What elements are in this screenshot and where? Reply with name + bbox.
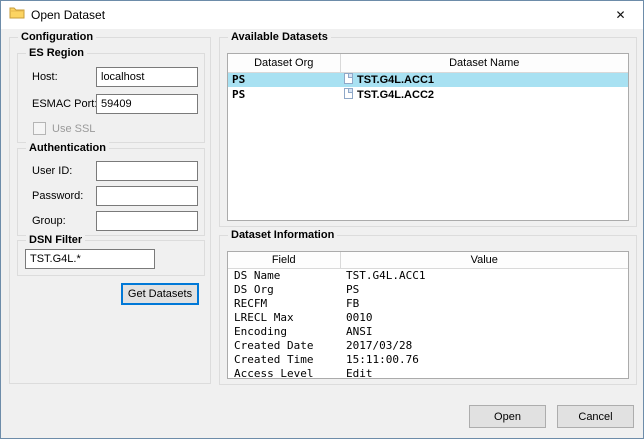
file-icon [344, 73, 353, 84]
info-row: Access LevelEdit [228, 366, 628, 379]
info-field-cell: LRECL Max [228, 310, 340, 324]
cancel-button-label: Cancel [578, 411, 612, 423]
value-column-header: Value [340, 252, 628, 268]
dataset-row[interactable]: PS TST.G4L.ACC1 [228, 72, 628, 87]
authentication-group: Authentication User ID: Password: Group: [17, 148, 205, 236]
get-datasets-button-label: Get Datasets [128, 288, 192, 300]
es-region-group-title: ES Region [26, 47, 87, 60]
info-value-cell: 0010 [340, 310, 628, 324]
esmac-port-input[interactable] [96, 94, 198, 114]
group-label: Group: [32, 215, 66, 228]
get-datasets-button[interactable]: Get Datasets [121, 283, 199, 305]
esmac-port-label: ESMAC Port: [32, 98, 97, 111]
dataset-information-list: Field Value DS NameTST.G4L.ACC1DS OrgPSR… [227, 251, 629, 379]
dataset-information-group: Dataset Information Field Value DS NameT… [219, 235, 637, 385]
info-value-cell: 2017/03/28 [340, 338, 628, 352]
dataset-information-header-row: Field Value [228, 252, 628, 268]
cancel-button[interactable]: Cancel [557, 405, 634, 428]
available-datasets-group-title: Available Datasets [228, 31, 331, 44]
field-column-header: Field [228, 252, 340, 268]
info-field-cell: DS Org [228, 282, 340, 296]
available-datasets-group: Available Datasets Dataset Org Dataset N… [219, 37, 637, 227]
user-id-input[interactable] [96, 161, 198, 181]
open-dataset-window: Open Dataset ✕ Configuration ES Region H… [0, 0, 644, 439]
file-icon [344, 88, 353, 99]
dataset-org-column-header[interactable]: Dataset Org [228, 54, 340, 72]
dataset-org-cell: PS [228, 87, 340, 102]
dataset-information-body: DS NameTST.G4L.ACC1DS OrgPSRECFMFBLRECL … [228, 268, 628, 379]
dataset-name-text: TST.G4L.ACC1 [357, 74, 434, 86]
dataset-name-column-header[interactable]: Dataset Name [340, 54, 628, 72]
info-row: EncodingANSI [228, 324, 628, 338]
user-id-label: User ID: [32, 165, 72, 178]
info-value-cell: TST.G4L.ACC1 [340, 268, 628, 282]
info-row: DS OrgPS [228, 282, 628, 296]
info-row: LRECL Max0010 [228, 310, 628, 324]
info-field-cell: Encoding [228, 324, 340, 338]
app-icon [9, 5, 25, 26]
info-row: DS NameTST.G4L.ACC1 [228, 268, 628, 282]
dsn-filter-group-title: DSN Filter [26, 234, 85, 247]
dataset-name-cell: TST.G4L.ACC1 [340, 72, 628, 87]
use-ssl-checkbox [33, 122, 46, 135]
info-field-cell: Created Time [228, 352, 340, 366]
close-button[interactable]: ✕ [598, 1, 643, 29]
password-input[interactable] [96, 186, 198, 206]
info-row: RECFMFB [228, 296, 628, 310]
available-datasets-list[interactable]: Dataset Org Dataset Name PSTST.G4L.ACC1P… [227, 53, 629, 221]
dataset-org-cell: PS [228, 72, 340, 87]
info-value-cell: FB [340, 296, 628, 310]
dataset-row[interactable]: PS TST.G4L.ACC2 [228, 87, 628, 102]
host-label: Host: [32, 71, 58, 84]
available-datasets-header-row: Dataset Org Dataset Name [228, 54, 628, 72]
use-ssl-label: Use SSL [52, 123, 95, 136]
dsn-filter-input[interactable] [25, 249, 155, 269]
available-datasets-body: PS TST.G4L.ACC1 PS TST.G4L.ACC2 [228, 72, 628, 102]
info-value-cell: Edit [340, 366, 628, 379]
configuration-group: Configuration ES Region Host: ESMAC Port… [9, 37, 211, 384]
dataset-name-cell: TST.G4L.ACC2 [340, 87, 628, 102]
window-title: Open Dataset [31, 8, 105, 22]
password-label: Password: [32, 190, 83, 203]
es-region-group: ES Region Host: ESMAC Port: Use SSL [17, 53, 205, 143]
dialog-body: Configuration ES Region Host: ESMAC Port… [1, 29, 643, 439]
info-field-cell: Access Level [228, 366, 340, 379]
info-field-cell: Created Date [228, 338, 340, 352]
host-input[interactable] [96, 67, 198, 87]
dsn-filter-group: DSN Filter [17, 240, 205, 276]
open-button[interactable]: Open [469, 405, 546, 428]
info-row: Created Date2017/03/28 [228, 338, 628, 352]
titlebar[interactable]: Open Dataset ✕ [1, 1, 643, 29]
info-field-cell: RECFM [228, 296, 340, 310]
info-row: Created Time15:11:00.76 [228, 352, 628, 366]
authentication-group-title: Authentication [26, 142, 109, 155]
configuration-group-title: Configuration [18, 31, 96, 44]
info-value-cell: ANSI [340, 324, 628, 338]
group-input[interactable] [96, 211, 198, 231]
open-button-label: Open [494, 411, 521, 423]
info-value-cell: PS [340, 282, 628, 296]
dataset-name-text: TST.G4L.ACC2 [357, 89, 434, 101]
dataset-information-group-title: Dataset Information [228, 229, 337, 242]
close-icon: ✕ [615, 8, 625, 22]
info-field-cell: DS Name [228, 268, 340, 282]
info-value-cell: 15:11:00.76 [340, 352, 628, 366]
